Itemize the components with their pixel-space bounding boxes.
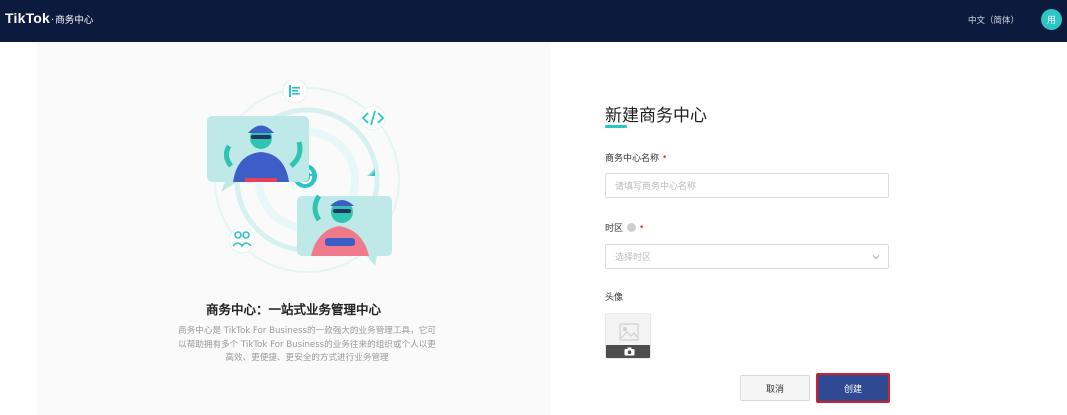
title-accent-underline: [605, 125, 627, 128]
language-selector[interactable]: 中文（简体）: [968, 14, 1019, 26]
tiktok-logo: TikTok: [5, 10, 51, 26]
users-icon: [228, 226, 256, 254]
business-center-name-label: 商务中心名称 •: [605, 151, 668, 165]
camera-icon: [624, 347, 634, 356]
timezone-label: 时区 •: [605, 221, 645, 235]
upload-camera-bar[interactable]: [606, 345, 650, 358]
required-marker: •: [639, 222, 645, 233]
person-card-bottom: [297, 194, 392, 266]
help-icon[interactable]: [627, 223, 637, 232]
business-center-name-input[interactable]: 请填写商务中心名称: [605, 173, 889, 198]
brand[interactable]: TikTok · 商务中心: [5, 10, 93, 26]
chevron-down-icon: [872, 255, 880, 260]
business-center-illustration: [207, 80, 400, 273]
top-navigation-bar: TikTok · 商务中心 中文（简体） 用: [0, 0, 1067, 42]
name-input-placeholder: 请填写商务中心名称: [615, 182, 697, 192]
create-button[interactable]: 创建: [816, 373, 890, 403]
intro-title: 商务中心：一站式业务管理中心: [205, 302, 381, 317]
avatar-upload[interactable]: [605, 313, 651, 359]
timezone-placeholder: 选择时区: [615, 253, 652, 263]
required-marker: •: [662, 152, 668, 163]
intro-description: 商务中心是 TikTok For Business的一款强大的业务管理工具，它可…: [178, 326, 436, 363]
timezone-label-text: 时区: [605, 224, 624, 234]
brand-separator: ·: [51, 15, 55, 26]
document-icon: [282, 80, 308, 104]
intro-panel: 商务中心：一站式业务管理中心 商务中心是 TikTok For Business…: [37, 42, 550, 415]
avatar-label: 头像: [605, 290, 623, 303]
image-placeholder-icon: [619, 323, 639, 341]
avatar-label-text: 头像: [605, 293, 624, 303]
product-name: 商务中心: [55, 15, 94, 26]
cancel-button[interactable]: 取消: [740, 375, 810, 401]
code-icon: [360, 105, 386, 131]
name-label-text: 商务中心名称: [605, 154, 660, 164]
person-card-top: [207, 116, 309, 192]
timezone-select[interactable]: 选择时区: [605, 244, 889, 269]
user-avatar[interactable]: 用: [1041, 9, 1062, 30]
form-title: 新建商务中心: [605, 106, 707, 126]
